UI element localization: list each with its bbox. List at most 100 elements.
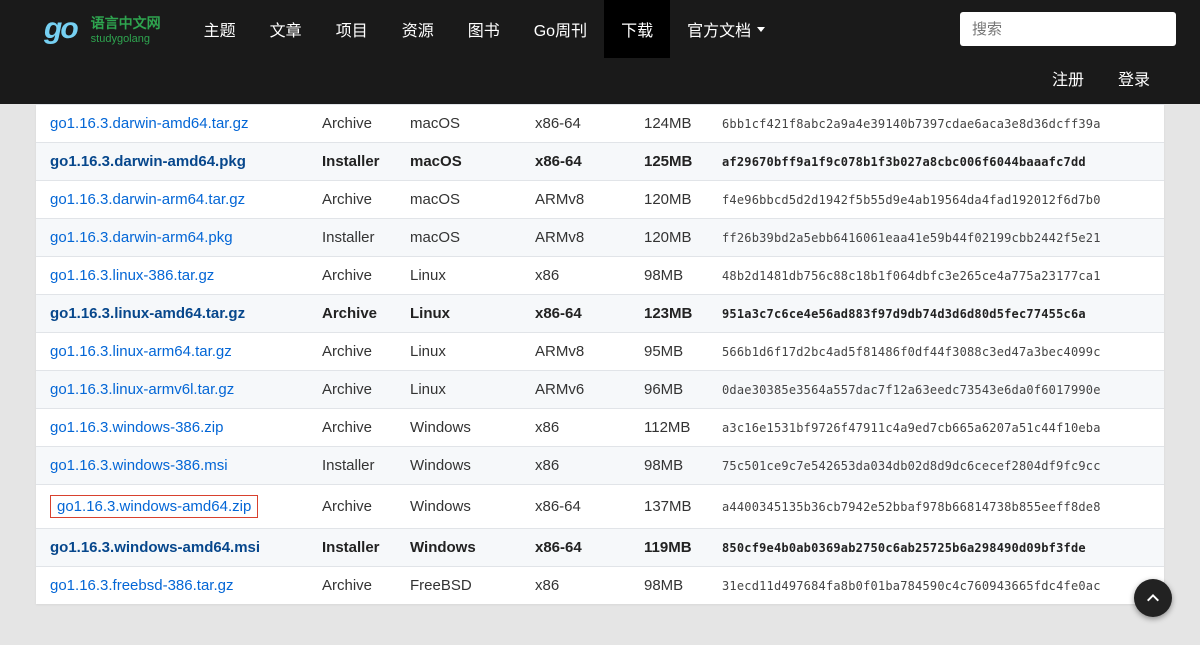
cell-sha256: a3c16e1531bf9726f47911c4a9ed7cb665a6207a…: [712, 409, 1164, 447]
nav-item-label: Go周刊: [534, 17, 587, 41]
cell-kind: Archive: [312, 485, 400, 529]
nav-item-5[interactable]: Go周刊: [517, 0, 604, 58]
cell-sha256: af29670bff9a1f9c078b1f3b027a8cbc006f6044…: [712, 143, 1164, 181]
download-link[interactable]: go1.16.3.windows-amd64.msi: [50, 539, 260, 556]
cell-size: 119MB: [634, 529, 712, 567]
cell-filename: go1.16.3.darwin-arm64.tar.gz: [36, 181, 312, 219]
table-row: go1.16.3.darwin-amd64.tar.gzArchivemacOS…: [36, 105, 1164, 143]
download-link[interactable]: go1.16.3.windows-386.msi: [50, 457, 228, 474]
table-row: go1.16.3.darwin-arm64.tar.gzArchivemacOS…: [36, 181, 1164, 219]
cell-os: Windows: [400, 485, 525, 529]
table-row: go1.16.3.darwin-arm64.pkgInstallermacOSA…: [36, 219, 1164, 257]
cell-arch: ARMv8: [525, 181, 634, 219]
cell-size: 98MB: [634, 567, 712, 605]
highlighted-file-box: go1.16.3.windows-amd64.zip: [50, 495, 258, 518]
cell-arch: x86: [525, 257, 634, 295]
download-link[interactable]: go1.16.3.darwin-arm64.tar.gz: [50, 191, 245, 208]
nav-item-label: 项目: [336, 17, 368, 41]
nav-item-6[interactable]: 下载: [604, 0, 670, 58]
download-link[interactable]: go1.16.3.freebsd-386.tar.gz: [50, 577, 233, 594]
cell-arch: x86-64: [525, 105, 634, 143]
cell-kind: Installer: [312, 143, 400, 181]
scroll-to-top-button[interactable]: [1134, 579, 1172, 617]
cell-filename: go1.16.3.linux-386.tar.gz: [36, 257, 312, 295]
navbar: go 语言中文网 studygolang 主题 文章 项目 资源图书 Go周刊 下载 官方文…: [0, 0, 1200, 58]
cell-kind: Archive: [312, 295, 400, 333]
cell-sha256: 31ecd11d497684fa8b0f01ba784590c4c7609436…: [712, 567, 1164, 605]
cell-size: 95MB: [634, 333, 712, 371]
cell-sha256: 951a3c7c6ce4e56ad883f97d9db74d3d6d80d5fe…: [712, 295, 1164, 333]
nav-item-0[interactable]: 主题: [187, 0, 253, 58]
cell-os: Windows: [400, 447, 525, 485]
table-row: go1.16.3.linux-arm64.tar.gzArchiveLinuxA…: [36, 333, 1164, 371]
download-link[interactable]: go1.16.3.linux-386.tar.gz: [50, 267, 214, 284]
nav-item-label: 主题: [204, 17, 236, 41]
table-row: go1.16.3.windows-386.zipArchiveWindowsx8…: [36, 409, 1164, 447]
cell-arch: x86-64: [525, 295, 634, 333]
download-link[interactable]: go1.16.3.linux-armv6l.tar.gz: [50, 381, 234, 398]
download-link[interactable]: go1.16.3.windows-386.zip: [50, 419, 223, 436]
chevron-up-icon: [1145, 590, 1161, 606]
nav-item-label: 下载: [621, 17, 653, 41]
nav-item-label: 资源: [402, 17, 434, 41]
cell-arch: ARMv8: [525, 333, 634, 371]
downloads-table: go1.16.3.darwin-amd64.tar.gzArchivemacOS…: [36, 104, 1164, 604]
cell-os: macOS: [400, 219, 525, 257]
nav-item-label: 文章: [270, 17, 302, 41]
cell-size: 123MB: [634, 295, 712, 333]
cell-os: Linux: [400, 257, 525, 295]
cell-kind: Archive: [312, 333, 400, 371]
nav-item-2[interactable]: 项目: [319, 0, 385, 58]
login-link[interactable]: 登录: [1118, 66, 1150, 90]
cell-kind: Installer: [312, 529, 400, 567]
cell-size: 124MB: [634, 105, 712, 143]
cell-filename: go1.16.3.freebsd-386.tar.gz: [36, 567, 312, 605]
download-link[interactable]: go1.16.3.windows-amd64.zip: [57, 498, 251, 515]
nav-item-7[interactable]: 官方文档: [670, 0, 782, 58]
download-link[interactable]: go1.16.3.linux-amd64.tar.gz: [50, 305, 245, 322]
logo-go-icon: go: [44, 12, 77, 46]
table-row: go1.16.3.linux-amd64.tar.gz ArchiveLinuxx…: [36, 295, 1164, 333]
cell-sha256: a4400345135b36cb7942e52bbaf978b66814738b…: [712, 485, 1164, 529]
nav-item-1[interactable]: 文章: [253, 0, 319, 58]
downloads-panel: go1.16.3.darwin-amd64.tar.gzArchivemacOS…: [36, 104, 1164, 604]
cell-kind: Installer: [312, 219, 400, 257]
cell-sha256: ff26b39bd2a5ebb6416061eaa41e59b44f02199c…: [712, 219, 1164, 257]
cell-filename: go1.16.3.linux-armv6l.tar.gz: [36, 371, 312, 409]
cell-kind: Archive: [312, 409, 400, 447]
cell-os: Linux: [400, 371, 525, 409]
cell-filename: go1.16.3.linux-amd64.tar.gz: [36, 295, 312, 333]
download-link[interactable]: go1.16.3.darwin-amd64.pkg: [50, 153, 246, 170]
cell-kind: Archive: [312, 105, 400, 143]
download-link[interactable]: go1.16.3.linux-arm64.tar.gz: [50, 343, 232, 360]
nav-item-4[interactable]: 图书: [451, 0, 517, 58]
caret-down-icon: [757, 27, 765, 32]
cell-arch: x86: [525, 447, 634, 485]
download-link[interactable]: go1.16.3.darwin-amd64.tar.gz: [50, 115, 248, 132]
cell-filename: go1.16.3.windows-386.msi: [36, 447, 312, 485]
cell-size: 112MB: [634, 409, 712, 447]
cell-os: Linux: [400, 295, 525, 333]
cell-os: Windows: [400, 529, 525, 567]
nav-menu: 主题 文章 项目 资源图书 Go周刊 下载 官方文档: [187, 0, 782, 58]
logo-en: studygolang: [91, 33, 150, 45]
download-link[interactable]: go1.16.3.darwin-arm64.pkg: [50, 229, 233, 246]
cell-size: 125MB: [634, 143, 712, 181]
cell-size: 120MB: [634, 219, 712, 257]
register-link[interactable]: 注册: [1052, 66, 1084, 90]
cell-filename: go1.16.3.windows-386.zip: [36, 409, 312, 447]
site-logo[interactable]: go 语言中文网 studygolang: [44, 12, 161, 46]
search-input[interactable]: [972, 21, 1164, 38]
cell-kind: Archive: [312, 257, 400, 295]
cell-size: 98MB: [634, 257, 712, 295]
cell-size: 96MB: [634, 371, 712, 409]
nav-item-3[interactable]: 资源: [385, 0, 451, 58]
cell-kind: Archive: [312, 371, 400, 409]
cell-os: macOS: [400, 143, 525, 181]
cell-kind: Archive: [312, 181, 400, 219]
cell-sha256: 0dae30385e3564a557dac7f12a63eedc73543e6d…: [712, 371, 1164, 409]
nav-item-label: 官方文档: [687, 17, 751, 41]
logo-cn: 语言中文网: [91, 13, 161, 33]
cell-filename: go1.16.3.darwin-arm64.pkg: [36, 219, 312, 257]
search-box[interactable]: [960, 12, 1176, 46]
